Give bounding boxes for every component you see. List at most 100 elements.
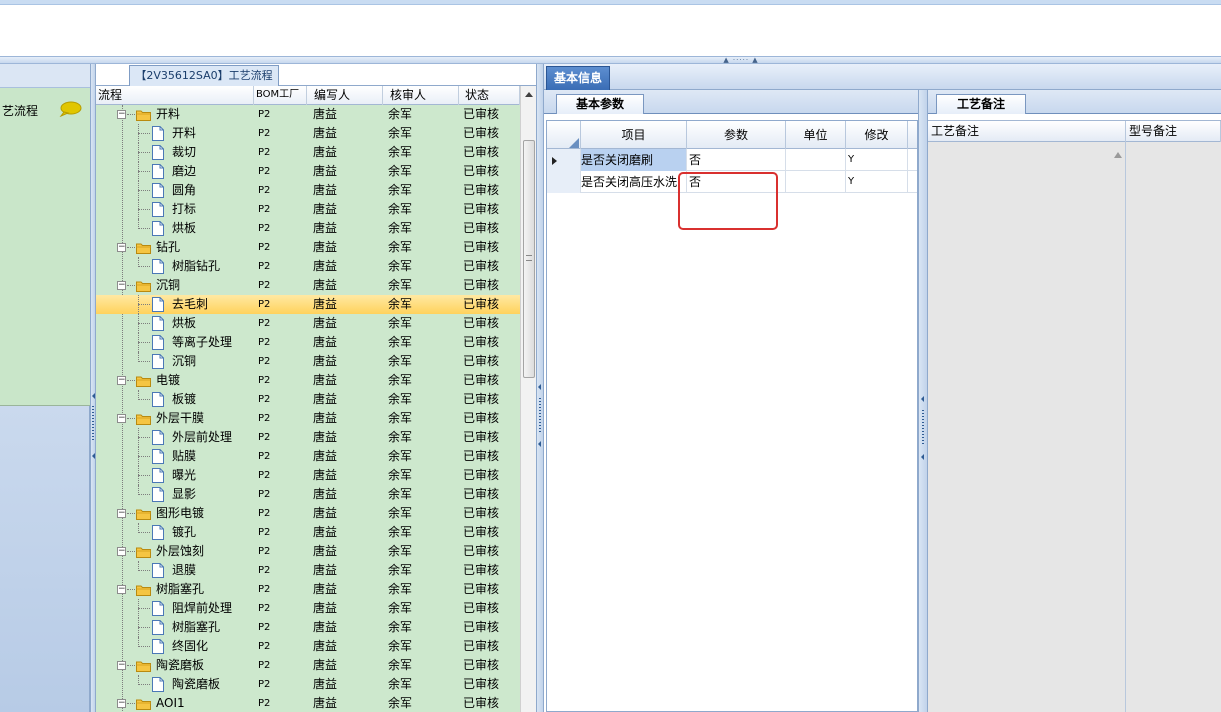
collapse-toggle-icon[interactable]: − [117, 547, 126, 556]
collapse-right-arrow-icon[interactable] [921, 396, 924, 402]
tab-process-flow[interactable]: 【2V35612SA0】工艺流程 [129, 65, 279, 86]
col-header-model-remark[interactable]: 型号备注 [1126, 121, 1221, 143]
tree-step-row[interactable]: 陶瓷磨板 P2 唐益 余军 已审核 [96, 675, 520, 694]
collapse-toggle-icon[interactable]: − [117, 661, 126, 670]
tree-group-row[interactable]: − 外层蚀刻 P2 唐益 余军 已审核 [96, 542, 520, 561]
tree-step-row[interactable]: 阻焊前处理 P2 唐益 余军 已审核 [96, 599, 520, 618]
col-header-bom[interactable]: BOM工厂 [254, 86, 307, 105]
col-header-item[interactable]: 项目 [581, 121, 687, 149]
col-header-remark[interactable]: 工艺备注 [928, 121, 1126, 143]
cell-unit[interactable] [786, 149, 846, 171]
splitter-grip-icon[interactable]: ▲ ····· ▲ [707, 57, 775, 64]
tree-step-row[interactable]: 磨边 P2 唐益 余军 已审核 [96, 162, 520, 181]
tree-step-row[interactable]: 沉铜 P2 唐益 余军 已审核 [96, 352, 520, 371]
tree-group-row[interactable]: − 钻孔 P2 唐益 余军 已审核 [96, 238, 520, 257]
cell-modify[interactable]: Y [846, 149, 908, 171]
tree-group-row[interactable]: − 开料 P2 唐益 余军 已审核 [96, 105, 520, 124]
row-header[interactable] [547, 149, 581, 171]
tree-step-row[interactable]: 板镀 P2 唐益 余军 已审核 [96, 390, 520, 409]
tree-step-row[interactable]: 烘板 P2 唐益 余军 已审核 [96, 314, 520, 333]
tree-step-row[interactable]: 去毛刺 P2 唐益 余军 已审核 [96, 295, 520, 314]
tree-group-row[interactable]: − 沉铜 P2 唐益 余军 已审核 [96, 276, 520, 295]
tree-step-row[interactable]: 树脂塞孔 P2 唐益 余军 已审核 [96, 618, 520, 637]
collapse-toggle-icon[interactable]: − [117, 699, 126, 708]
tab-basic-params[interactable]: 基本参数 [556, 94, 644, 114]
collapse-tree-arrow-icon[interactable] [538, 384, 541, 390]
writer-cell: 唐益 [313, 145, 338, 159]
nav-item-process-flow[interactable]: 艺流程 [0, 88, 90, 406]
collapse-toggle-icon[interactable]: − [117, 110, 126, 119]
collapse-right-arrow-icon-2[interactable] [921, 454, 924, 460]
cell-param[interactable]: 否 [687, 149, 786, 171]
tree-group-row[interactable]: − 陶瓷磨板 P2 唐益 余军 已审核 [96, 656, 520, 675]
middle-splitter[interactable] [536, 64, 544, 712]
collapse-toggle-icon[interactable]: − [117, 376, 126, 385]
col-header-param[interactable]: 参数 [687, 121, 786, 149]
tree-scrollbar[interactable] [520, 86, 536, 712]
status-cell: 已审核 [463, 544, 500, 558]
step-name: 外层干膜 [156, 411, 205, 425]
cell-item[interactable]: 是否关闭高压水洗 [581, 171, 687, 193]
collapse-left-arrow-icon[interactable] [92, 393, 95, 399]
col-header-checker[interactable]: 核审人 [383, 86, 459, 105]
row-header[interactable] [547, 171, 581, 193]
tree-step-row[interactable]: 树脂钻孔 P2 唐益 余军 已审核 [96, 257, 520, 276]
grid-corner[interactable] [547, 121, 581, 149]
tree-step-row[interactable]: 终固化 P2 唐益 余军 已审核 [96, 637, 520, 656]
bom-cell: P2 [258, 375, 271, 386]
horizontal-splitter[interactable]: ▲ ····· ▲ [0, 56, 1221, 64]
bom-cell: P2 [258, 261, 271, 272]
remark-textarea[interactable] [928, 142, 1126, 712]
tree-step-row[interactable]: 开料 P2 唐益 余军 已审核 [96, 124, 520, 143]
writer-cell: 唐益 [313, 354, 338, 368]
scroll-up-icon[interactable] [525, 92, 533, 97]
status-cell: 已审核 [463, 259, 500, 273]
tree-group-row[interactable]: − 图形电镀 P2 唐益 余军 已审核 [96, 504, 520, 523]
collapse-toggle-icon[interactable]: − [117, 243, 126, 252]
tree-step-row[interactable]: 圆角 P2 唐益 余军 已审核 [96, 181, 520, 200]
collapse-toggle-icon[interactable]: − [117, 509, 126, 518]
collapse-tree-arrow-icon-2[interactable] [538, 441, 541, 447]
col-header-writer[interactable]: 编写人 [307, 86, 383, 105]
tree-step-row[interactable]: 曝光 P2 唐益 余军 已审核 [96, 466, 520, 485]
bom-cell: P2 [258, 508, 271, 519]
bom-cell: P2 [258, 641, 271, 652]
col-header-modify[interactable]: 修改 [846, 121, 908, 149]
tree-step-row[interactable]: 打标 P2 唐益 余军 已审核 [96, 200, 520, 219]
tree-group-row[interactable]: − 外层干膜 P2 唐益 余军 已审核 [96, 409, 520, 428]
tree-step-row[interactable]: 等离子处理 P2 唐益 余军 已审核 [96, 333, 520, 352]
scroll-up-icon[interactable] [1114, 152, 1122, 158]
collapse-left-arrow-icon-2[interactable] [92, 453, 95, 459]
tree-step-row[interactable]: 退膜 P2 唐益 余军 已审核 [96, 561, 520, 580]
tree-step-row[interactable]: 烘板 P2 唐益 余军 已审核 [96, 219, 520, 238]
cell-unit[interactable] [786, 171, 846, 193]
cell-item[interactable]: 是否关闭磨刷 [581, 149, 687, 171]
cell-modify[interactable]: Y [846, 171, 908, 193]
tree-group-row[interactable]: − AOI1 P2 唐益 余军 已审核 [96, 694, 520, 712]
collapse-toggle-icon[interactable]: − [117, 414, 126, 423]
step-name: 镀孔 [172, 525, 197, 539]
tab-process-remarks[interactable]: 工艺备注 [936, 94, 1026, 114]
status-cell: 已审核 [463, 316, 500, 330]
collapse-toggle-icon[interactable]: − [117, 281, 126, 290]
step-name: 陶瓷磨板 [156, 658, 205, 672]
tree-step-row[interactable]: 外层前处理 P2 唐益 余军 已审核 [96, 428, 520, 447]
tree-group-row[interactable]: − 树脂塞孔 P2 唐益 余军 已审核 [96, 580, 520, 599]
right-splitter[interactable] [918, 90, 928, 712]
tree-step-row[interactable]: 裁切 P2 唐益 余军 已审核 [96, 143, 520, 162]
tab-basic-info[interactable]: 基本信息 [546, 66, 610, 90]
col-header-status[interactable]: 状态 [459, 86, 520, 105]
tree-step-row[interactable]: 显影 P2 唐益 余军 已审核 [96, 485, 520, 504]
tree-step-row[interactable]: 镀孔 P2 唐益 余军 已审核 [96, 523, 520, 542]
checker-cell: 余军 [388, 544, 413, 558]
params-grid-header: 项目 参数 单位 修改 [547, 121, 917, 149]
collapse-toggle-icon[interactable]: − [117, 585, 126, 594]
tree-group-row[interactable]: − 电镀 P2 唐益 余军 已审核 [96, 371, 520, 390]
status-cell: 已审核 [463, 240, 500, 254]
tree-step-row[interactable]: 贴膜 P2 唐益 余军 已审核 [96, 447, 520, 466]
col-header-flow[interactable]: 流程 [96, 86, 254, 105]
params-row[interactable]: 是否关闭磨刷 否 Y [547, 149, 917, 171]
col-header-unit[interactable]: 单位 [786, 121, 846, 149]
scroll-thumb[interactable] [523, 140, 535, 378]
model-remark-textarea[interactable] [1126, 142, 1221, 712]
